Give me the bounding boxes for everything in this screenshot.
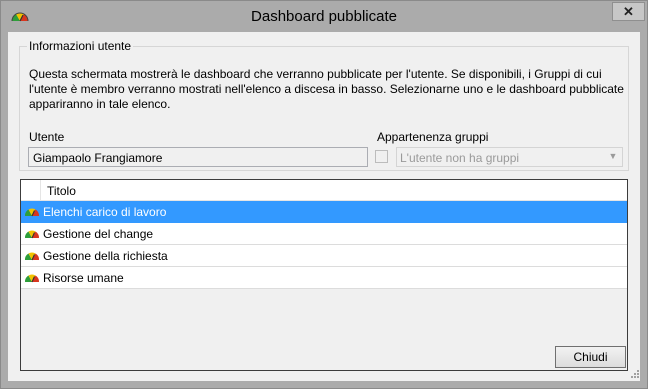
gauge-icon xyxy=(24,230,40,239)
list-item-elenchi-carico-di-lavoro[interactable]: Elenchi carico di lavoro xyxy=(21,201,627,223)
list-item-gestione-della-richiesta[interactable]: Gestione della richiesta xyxy=(21,245,627,267)
user-label: Utente xyxy=(29,130,65,144)
list-item-risorse-umane[interactable]: Risorse umane xyxy=(21,267,627,289)
close-button[interactable]: Chiudi xyxy=(555,346,626,368)
close-icon: ✕ xyxy=(623,3,634,19)
groups-dropdown[interactable]: L'utente non ha gruppi ▼ xyxy=(396,147,623,167)
groups-dropdown-value: L'utente non ha gruppi xyxy=(400,151,520,165)
column-title[interactable]: Titolo xyxy=(47,184,76,198)
groups-checkbox[interactable] xyxy=(375,150,388,163)
window-title: Dashboard pubblicate xyxy=(251,8,397,25)
list-header[interactable]: Titolo xyxy=(21,180,627,201)
dashboards-list[interactable]: Titolo Elenchi carico di lavoro Gestione… xyxy=(20,179,628,371)
resize-grip-icon[interactable] xyxy=(630,369,640,379)
list-item-label: Elenchi carico di lavoro xyxy=(43,205,167,219)
dialog-client-area: Informazioni utente Questa schermata mos… xyxy=(8,32,640,381)
gauge-icon xyxy=(24,252,40,261)
list-item-label: Gestione del change xyxy=(43,227,154,241)
user-field[interactable]: Giampaolo Frangiamore xyxy=(28,147,368,167)
list-item-gestione-del-change[interactable]: Gestione del change xyxy=(21,223,627,245)
window-close-button[interactable]: ✕ xyxy=(612,2,645,21)
title-bar[interactable]: Dashboard pubblicate ✕ xyxy=(1,1,647,32)
list-item-label: Gestione della richiesta xyxy=(43,249,168,263)
chevron-down-icon: ▼ xyxy=(608,151,618,161)
column-divider xyxy=(40,180,41,200)
groups-label: Appartenenza gruppi xyxy=(377,130,489,144)
dialog-window: Dashboard pubblicate ✕ Informazioni uten… xyxy=(0,0,648,389)
user-info-group-title: Informazioni utente xyxy=(27,39,134,53)
gauge-icon xyxy=(24,274,40,283)
user-info-description: Questa schermata mostrerà le dashboard c… xyxy=(29,67,624,111)
gauge-icon xyxy=(24,208,40,217)
list-item-label: Risorse umane xyxy=(43,271,124,285)
